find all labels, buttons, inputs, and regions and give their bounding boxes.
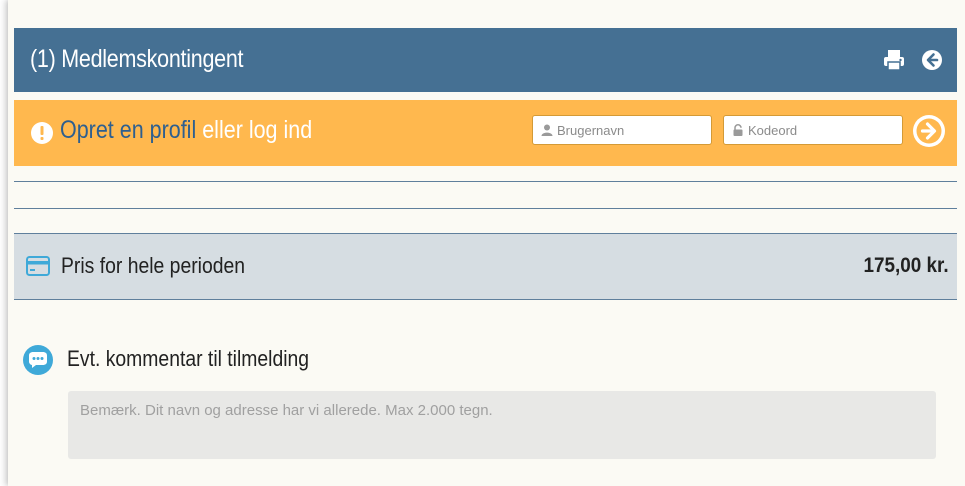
exclamation-circle-icon [31,122,53,144]
circle-arrow-right-icon[interactable] [912,114,946,148]
login-link[interactable]: eller log ind [202,116,312,144]
username-input[interactable] [557,116,707,144]
comment-label: Evt. kommentar til tilmelding [67,346,310,371]
circle-arrow-left-icon[interactable] [920,48,944,72]
price-row: Pris for hele perioden 175,00 kr. [14,233,957,300]
login-notice-bar: Opret en profil eller log ind [14,100,957,166]
comment-textarea[interactable] [68,391,936,459]
divider [14,208,957,209]
credit-card-icon [26,256,50,276]
username-field [532,115,712,145]
password-input[interactable] [748,116,898,144]
lock-icon [733,124,743,136]
create-profile-link[interactable]: Opret en profil [60,116,196,144]
password-field [723,115,903,145]
speech-bubble-icon [23,345,53,375]
price-value: 175,00 kr. [863,254,949,277]
user-icon [541,124,553,136]
header-bar: (1) Medlemskontingent [14,28,957,92]
page-title: (1) Medlemskontingent [30,45,244,73]
print-icon[interactable] [882,48,906,72]
price-label: Pris for hele perioden [61,253,246,278]
login-prompt: Opret en profil eller log ind [60,116,312,145]
divider [14,181,957,182]
